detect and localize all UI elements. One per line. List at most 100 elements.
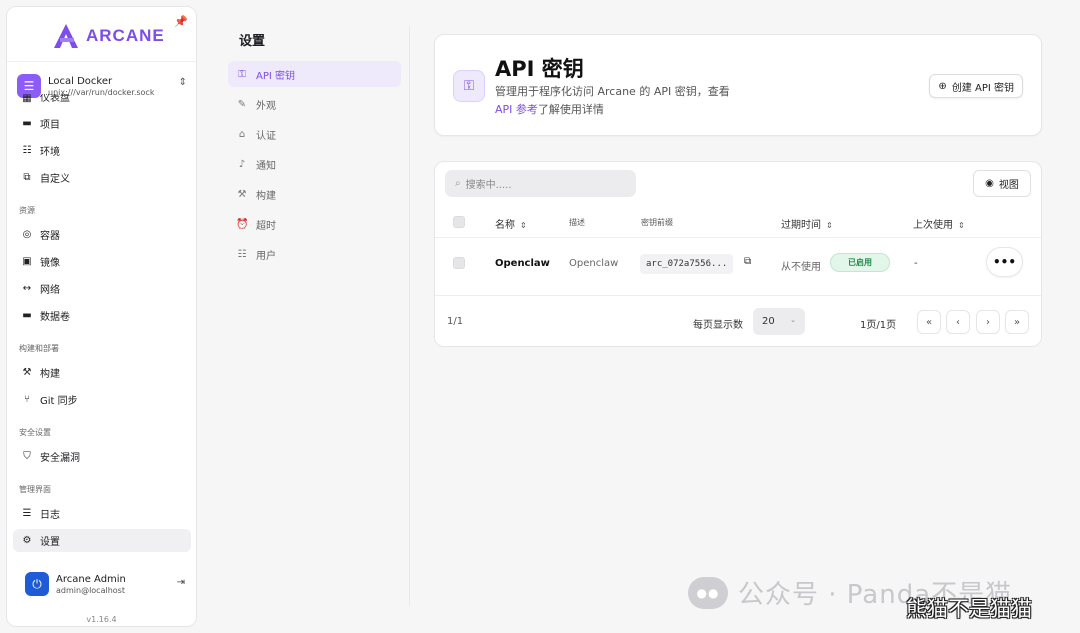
sidebar: ARCANE 📌 ☰ Local Docker unix:///var/run/… (6, 6, 197, 627)
lock-icon: ⌂ (238, 128, 246, 140)
settings-item-build[interactable]: ⚒ 构建 (228, 181, 401, 207)
brush-icon: ✎ (237, 98, 247, 110)
next-page-button[interactable]: › (976, 310, 1000, 334)
sidebar-item-projects[interactable]: ▬ 项目 (13, 112, 191, 135)
last-page-button[interactable]: » (1005, 310, 1029, 334)
settings-item-users[interactable]: ☷ 用户 (228, 241, 401, 267)
key-prefix: arc_072a7556... (640, 254, 734, 274)
prev-page-button[interactable]: ‹ (946, 310, 970, 334)
git-branch-icon: ⑂ (24, 394, 30, 405)
container-icon: ◎ (22, 229, 32, 240)
select-all-checkbox[interactable] (453, 216, 465, 228)
api-keys-table-card: ⌕ 搜索中..... ◉ 视图 名称 ⇕ 描述 密钥前缀 过期时间 ⇕ 上次使用 ⇕ Op… (434, 161, 1042, 347)
app-version: v1.16.4 (86, 615, 117, 624)
pin-icon[interactable]: 📌 (174, 15, 188, 28)
sidebar-item-logs[interactable]: ☰ 日志 (13, 502, 191, 525)
sidebar-item-customize[interactable]: ⧉ 自定义 (13, 166, 191, 189)
key-description: Openclaw (569, 258, 619, 269)
settings-item-api-keys[interactable]: ⚿ API 密钥 (228, 61, 401, 87)
settings-item-notifications[interactable]: ♪ 通知 (228, 151, 401, 177)
gear-icon: ⚙ (22, 535, 32, 546)
create-api-key-button[interactable]: ⊕ 创建 API 密钥 (929, 74, 1023, 98)
sidebar-item-containers[interactable]: ◎ 容器 (13, 223, 191, 246)
group-label-resources: 资源 (19, 206, 35, 215)
eye-icon: ◉ (985, 178, 994, 189)
hammer-icon: ⚒ (237, 188, 247, 200)
sidebar-item-settings[interactable]: ⚙ 设置 (13, 529, 191, 552)
group-label-build-deploy: 构建和部署 (19, 344, 59, 353)
alarm-clock-icon: ⏰ (236, 218, 249, 230)
divider (7, 61, 196, 62)
shield-icon: ⛉ (23, 451, 31, 462)
sidebar-item-environments[interactable]: ☷ 环境 (13, 139, 191, 162)
watermark-overlay-text: 熊猫不是猫猫 (906, 597, 1032, 621)
dashboard-icon: ▦ (22, 94, 32, 104)
sidebar-item-volumes[interactable]: ▬ 数据卷 (13, 304, 191, 327)
first-page-button[interactable]: « (917, 310, 941, 334)
settings-nav: 设置 ⚿ API 密钥 ✎ 外观 ⌂ 认证 ♪ 通知 ⚒ 构建 ⏰ 超时 ☷ 用户 (222, 26, 410, 606)
key-expires: 从不使用 (781, 262, 821, 273)
chevron-updown-icon: ⇕ (178, 77, 187, 88)
row-count: 1/1 (447, 316, 464, 327)
column-header-last-used[interactable]: 上次使用 ⇕ (913, 216, 965, 231)
group-label-admin: 管理界面 (19, 485, 51, 494)
column-header-description: 描述 (569, 218, 585, 227)
logo-text: ARCANE (86, 26, 165, 45)
user-email: admin@localhost (56, 585, 125, 595)
sort-icon: ⇕ (958, 221, 965, 230)
wechat-icon: ●● (688, 576, 728, 609)
image-icon: ▣ (22, 256, 32, 267)
chevron-down-icon: ⌄ (790, 316, 796, 324)
sidebar-item-networks[interactable]: ↔ 网络 (13, 277, 191, 300)
user-name: Arcane Admin (56, 573, 126, 585)
column-header-expires[interactable]: 过期时间 ⇕ (781, 216, 833, 231)
settings-item-appearance[interactable]: ✎ 外观 (228, 91, 401, 117)
per-page-select[interactable]: 20 ⌄ (753, 308, 805, 335)
column-header-name[interactable]: 名称 ⇕ (495, 216, 527, 231)
column-header-prefix: 密钥前缀 (641, 218, 673, 227)
group-label-security: 安全设置 (19, 428, 51, 437)
page-indicator: 1页/1页 (860, 320, 897, 331)
logs-icon: ☰ (22, 508, 32, 519)
key-last-used: - (914, 258, 918, 269)
customize-icon: ⧉ (23, 172, 31, 183)
environment-name: Local Docker (48, 75, 113, 87)
volume-icon: ▬ (22, 310, 32, 321)
avatar: ⏻ (25, 572, 49, 596)
api-reference-link[interactable]: API 参考 (495, 103, 538, 116)
sidebar-item-dashboard[interactable]: ▦ 仪表盘 (13, 94, 191, 104)
key-name: Openclaw (495, 258, 550, 269)
sidebar-item-vulnerabilities[interactable]: ⛉ 安全漏洞 (13, 445, 191, 468)
bell-icon: ♪ (238, 158, 246, 170)
search-icon: ⌕ (455, 178, 461, 189)
settings-item-auth[interactable]: ⌂ 认证 (228, 121, 401, 147)
api-keys-header-card: ⚿ API 密钥 管理用于程序化访问 Arcane 的 API 密钥，查看API… (434, 34, 1042, 136)
settings-item-timeouts[interactable]: ⏰ 超时 (228, 211, 401, 237)
row-actions-button[interactable]: ••• (986, 247, 1023, 277)
status-badge: 已启用 (830, 253, 890, 272)
key-lock-icon: ⚿ (238, 68, 246, 80)
arcane-logo[interactable]: ARCANE (52, 23, 165, 49)
settings-title: 设置 (239, 34, 266, 49)
sort-icon: ⇕ (826, 221, 833, 230)
row-checkbox[interactable] (453, 257, 465, 269)
copy-icon[interactable]: ⧉ (744, 256, 751, 267)
sidebar-item-builds[interactable]: ⚒ 构建 (13, 361, 191, 384)
page-title: API 密钥 (495, 57, 584, 81)
user-profile[interactable]: ⏻ Arcane Admin admin@localhost ⇥ (25, 567, 185, 601)
key-lock-icon: ⚿ (453, 70, 485, 102)
server-icon: ☷ (22, 145, 32, 156)
search-input[interactable]: ⌕ 搜索中..... (445, 170, 636, 197)
table-row[interactable]: Openclaw Openclaw arc_072a7556... ⧉ 从不使用… (435, 238, 1041, 296)
users-icon: ☷ (237, 248, 247, 260)
per-page-label: 每页显示数 (693, 320, 743, 331)
page-description: 管理用于程序化访问 Arcane 的 API 密钥，查看API 参考了解使用详情 (495, 85, 730, 116)
sidebar-item-images[interactable]: ▣ 镜像 (13, 250, 191, 273)
view-options-button[interactable]: ◉ 视图 (973, 170, 1031, 197)
hammer-icon: ⚒ (22, 367, 32, 378)
sidebar-item-git-sync[interactable]: ⑂ Git 同步 (13, 388, 191, 411)
folder-icon: ▬ (22, 118, 32, 129)
logout-icon[interactable]: ⇥ (177, 577, 185, 588)
arcane-logo-icon (54, 24, 78, 48)
table-header: 名称 ⇕ 描述 密钥前缀 过期时间 ⇕ 上次使用 ⇕ (435, 206, 1041, 238)
